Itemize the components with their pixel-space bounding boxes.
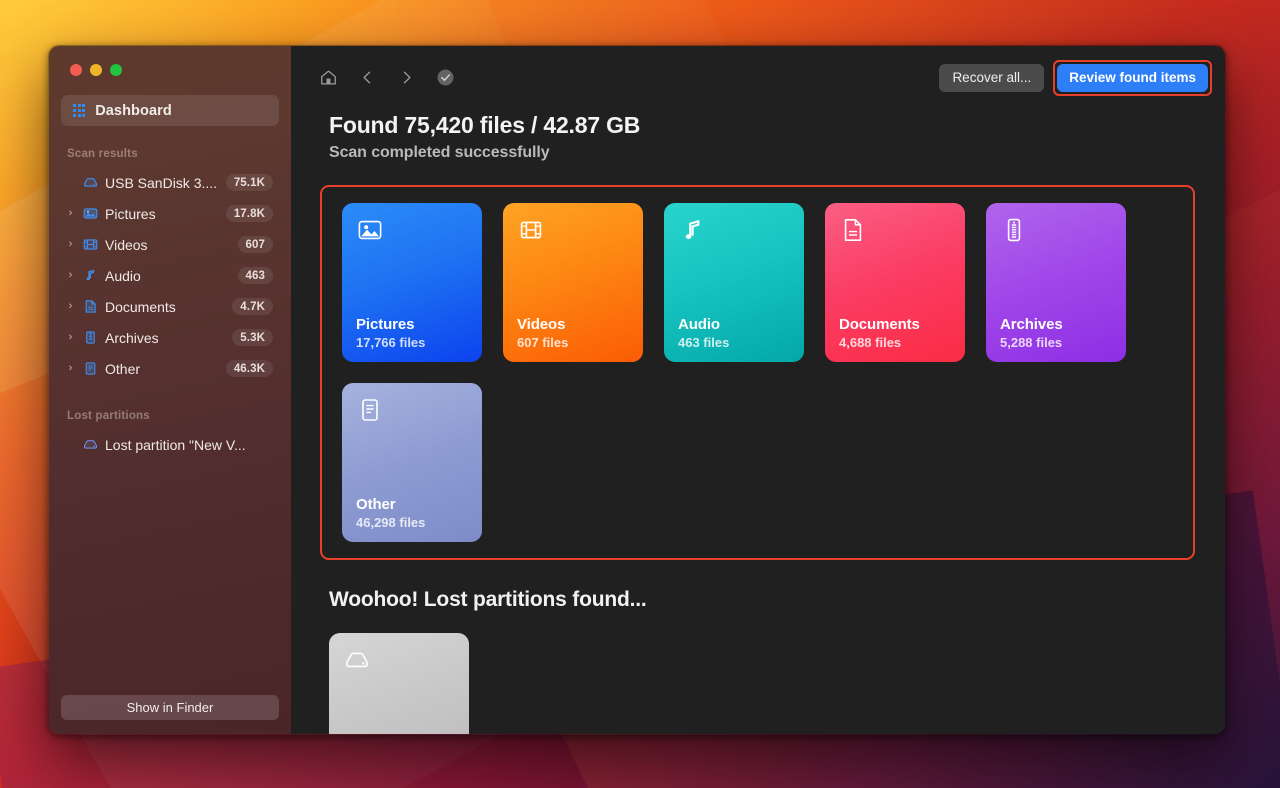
sidebar-item-badge: 607	[237, 236, 273, 253]
music-icon	[82, 267, 99, 284]
category-card-archives[interactable]: Archives 5,288 files	[986, 203, 1126, 362]
close-button[interactable]	[70, 64, 82, 76]
toolbar: Recover all... Review found items	[291, 46, 1225, 109]
categories-highlight: Pictures 17,766 files Videos 607 files A…	[320, 185, 1195, 560]
scan-status-text: Scan completed successfully	[329, 144, 550, 161]
category-count: 607 files	[517, 335, 569, 350]
minimize-button[interactable]	[90, 64, 102, 76]
sidebar-item-label: Other	[105, 360, 141, 377]
sidebar-item-label: Dashboard	[95, 102, 172, 119]
sidebar-item-audio[interactable]: › Audio 463	[61, 260, 279, 291]
sidebar-item-label: Lost partition "New V...	[105, 436, 246, 453]
sidebar-item-lost-partition[interactable]: › Lost partition "New V...	[61, 429, 279, 460]
lost-partitions-heading: Woohoo! Lost partitions found...	[329, 588, 647, 611]
image-icon	[356, 216, 384, 244]
home-icon[interactable]	[317, 67, 339, 89]
category-count: 463 files	[678, 335, 730, 350]
maximize-button[interactable]	[110, 64, 122, 76]
sidebar-item-label: Archives	[105, 329, 159, 346]
sidebar-scan-results-list: › USB SanDisk 3.... 75.1K ›	[49, 167, 291, 384]
sidebar-item-usb[interactable]: › USB SanDisk 3.... 75.1K	[61, 167, 279, 198]
chevron-right-icon[interactable]: ›	[65, 363, 76, 374]
sidebar-item-badge: 75.1K	[225, 174, 273, 191]
category-title: Videos	[517, 316, 566, 333]
category-card-audio[interactable]: Audio 463 files	[664, 203, 804, 362]
other-icon	[82, 360, 99, 377]
category-title: Pictures	[356, 316, 415, 333]
category-count: 46,298 files	[356, 515, 426, 530]
sidebar-lost-partitions-list: › Lost partition "New V...	[49, 429, 291, 460]
category-cards-grid: Pictures 17,766 files Videos 607 files A…	[342, 203, 1193, 542]
chevron-right-icon[interactable]: ›	[65, 208, 76, 219]
other-icon	[356, 396, 384, 424]
main-content: Recover all... Review found items Found …	[291, 46, 1225, 734]
review-found-items-button[interactable]: Review found items	[1057, 63, 1208, 92]
page-title: Found 75,420 files / 42.87 GB	[329, 112, 641, 138]
document-icon	[82, 298, 99, 315]
review-found-items-highlight: Review found items	[1053, 59, 1212, 96]
back-button[interactable]	[356, 67, 378, 89]
category-title: Audio	[678, 316, 720, 333]
category-card-videos[interactable]: Videos 607 files	[503, 203, 643, 362]
category-title: Other	[356, 496, 396, 513]
archive-icon	[82, 329, 99, 346]
sidebar-item-videos[interactable]: › Videos 607	[61, 229, 279, 260]
category-title: Documents	[839, 316, 920, 333]
sidebar-item-label: USB SanDisk 3....	[105, 174, 218, 191]
film-icon	[517, 216, 545, 244]
sidebar-item-label: Documents	[105, 298, 176, 315]
category-card-other[interactable]: Other 46,298 files	[342, 383, 482, 542]
sidebar-item-archives[interactable]: › Archives 5.3K	[61, 322, 279, 353]
chevron-right-icon[interactable]: ›	[65, 239, 76, 250]
sidebar-item-documents[interactable]: › Documents 4.7K	[61, 291, 279, 322]
archive-icon	[1000, 216, 1028, 244]
sidebar-item-label: Pictures	[105, 205, 156, 222]
recover-all-button[interactable]: Recover all...	[939, 63, 1045, 92]
chevron-right-icon[interactable]: ›	[65, 301, 76, 312]
lost-partitions-section: Woohoo! Lost partitions found... New Vol…	[291, 560, 1225, 734]
grid-icon	[73, 104, 86, 117]
category-count: 17,766 files	[356, 335, 426, 350]
category-count: 4,688 files	[839, 335, 902, 350]
music-icon	[678, 216, 706, 244]
sidebar-item-badge: 46.3K	[225, 360, 273, 377]
partition-cards-grid: New Volume	[329, 633, 1225, 734]
app-window: Dashboard Scan results › USB SanDisk 3..…	[48, 45, 1226, 735]
sidebar: Dashboard Scan results › USB SanDisk 3..…	[49, 46, 291, 734]
sidebar-item-label: Videos	[105, 236, 148, 253]
forward-button[interactable]	[395, 67, 417, 89]
sidebar-item-label: Audio	[105, 267, 141, 284]
category-card-documents[interactable]: Documents 4,688 files	[825, 203, 965, 362]
document-icon	[839, 216, 867, 244]
category-card-pictures[interactable]: Pictures 17,766 files	[342, 203, 482, 362]
sidebar-item-badge: 5.3K	[232, 329, 273, 346]
image-icon	[82, 205, 99, 222]
sidebar-item-badge: 463	[237, 267, 273, 284]
sidebar-item-dashboard[interactable]: Dashboard	[61, 95, 279, 126]
category-title: Archives	[1000, 316, 1063, 333]
drive-icon	[343, 646, 371, 674]
drive-icon	[82, 174, 99, 191]
window-controls	[49, 46, 291, 76]
partition-card-new-volume[interactable]: New Volume	[329, 633, 469, 734]
sidebar-item-pictures[interactable]: › Pictures 17.8K	[61, 198, 279, 229]
sidebar-section-lost-partitions: Lost partitions	[67, 410, 150, 422]
check-circle-icon[interactable]	[434, 67, 456, 89]
chevron-right-icon[interactable]: ›	[65, 332, 76, 343]
show-in-finder-button[interactable]: Show in Finder	[61, 695, 279, 720]
drive-icon	[82, 436, 99, 453]
sidebar-section-scan-results: Scan results	[67, 148, 138, 160]
sidebar-item-badge: 4.7K	[232, 298, 273, 315]
chevron-right-icon[interactable]: ›	[65, 270, 76, 281]
sidebar-item-badge: 17.8K	[225, 205, 273, 222]
scan-summary: Found 75,420 files / 42.87 GB Scan compl…	[291, 109, 1225, 162]
film-icon	[82, 236, 99, 253]
category-count: 5,288 files	[1000, 335, 1063, 350]
sidebar-item-other[interactable]: › Other 46.3K	[61, 353, 279, 384]
